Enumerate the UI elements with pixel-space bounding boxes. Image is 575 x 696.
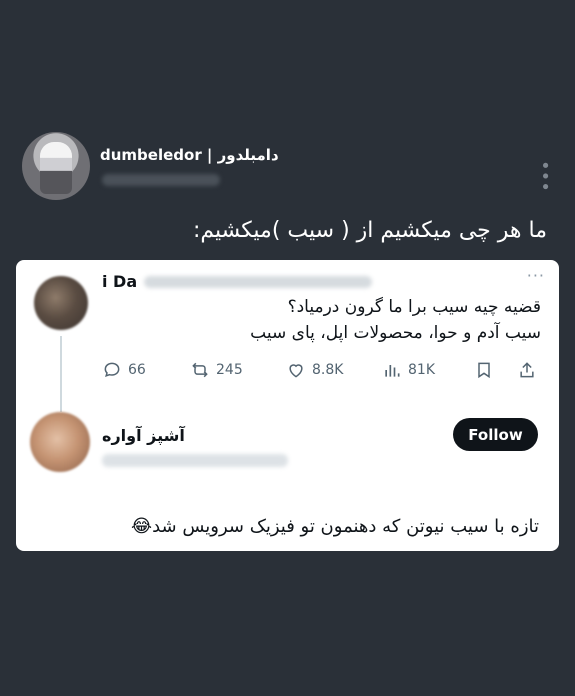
bookmark-icon bbox=[478, 362, 490, 379]
more-vertical-icon[interactable]: ••• bbox=[534, 160, 555, 192]
tweet1-actions: 66 245 8.8K 81K bbox=[102, 360, 542, 382]
share-icon bbox=[520, 362, 534, 378]
tweet1-line-1: قضیه چیه سیب برا ما گرون درمیاد؟ bbox=[287, 297, 541, 317]
retweet-icon bbox=[192, 362, 208, 378]
views-button[interactable]: 81K bbox=[382, 360, 435, 380]
tweet2-handle-blurred bbox=[102, 454, 288, 467]
author-handle-blurred bbox=[102, 174, 220, 186]
reply-icon bbox=[104, 362, 120, 378]
tweet1-text: قضیه چیه سیب برا ما گرون درمیاد؟ سیب آدم… bbox=[111, 294, 541, 346]
like-count: 8.8K bbox=[312, 362, 344, 378]
reply-count: 66 bbox=[128, 362, 146, 378]
post-header: dumbeledor | دامبلدور ••• bbox=[22, 132, 555, 212]
retweet-count: 245 bbox=[216, 362, 243, 378]
bookmark-button[interactable] bbox=[474, 360, 494, 380]
tweet2-avatar[interactable] bbox=[30, 412, 90, 472]
author-name[interactable]: dumbeledor | دامبلدور bbox=[100, 146, 279, 164]
views-icon bbox=[385, 365, 400, 377]
share-button[interactable] bbox=[517, 360, 537, 380]
like-icon bbox=[289, 364, 303, 378]
thread-line bbox=[60, 336, 62, 412]
tweet1-avatar[interactable] bbox=[34, 276, 88, 330]
tweet1-handle-blurred bbox=[144, 276, 372, 288]
tweet1-more-icon[interactable]: ··· bbox=[527, 266, 545, 285]
avatar[interactable] bbox=[22, 132, 90, 200]
post-caption: ما هر چی میکشیم از ( سیب )میکشیم: bbox=[192, 218, 547, 243]
follow-button[interactable]: Follow bbox=[453, 418, 538, 451]
tweet-screenshot-card: i Da ··· قضیه چیه سیب برا ما گرون درمیاد… bbox=[16, 260, 559, 551]
tweet1-line-2: سیب آدم و حوا، محصولات اپل، پای سیب bbox=[250, 323, 541, 343]
tweet2-author-name[interactable]: آشپز آواره bbox=[102, 426, 185, 445]
tweet2-text: تازه با سیب نیوتن که دهنمون تو فیزیک سرو… bbox=[131, 516, 539, 537]
retweet-button[interactable]: 245 bbox=[190, 360, 243, 380]
like-button[interactable]: 8.8K bbox=[286, 360, 343, 380]
tweet1-author-name[interactable]: i Da bbox=[102, 272, 137, 291]
reply-button[interactable]: 66 bbox=[102, 360, 146, 380]
views-count: 81K bbox=[408, 362, 435, 378]
